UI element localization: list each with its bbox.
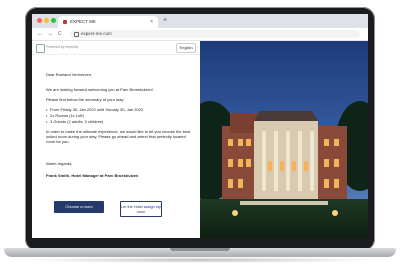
maximize-window-icon[interactable] — [51, 18, 56, 23]
powered-by: Powered by expectly — [46, 45, 79, 49]
address-bar: ← → C expect-me.com — [32, 28, 368, 41]
new-tab-icon[interactable]: + — [163, 16, 167, 26]
header-divider — [32, 54, 200, 55]
tab-title: EXPECT ME — [70, 19, 96, 24]
stay-rooms: 2x Rooms (1x Loft) — [46, 113, 84, 118]
signature: Frank Smith, Hotel Manager at Parc Broek… — [46, 173, 139, 178]
close-window-icon[interactable] — [37, 18, 42, 23]
minimize-window-icon[interactable] — [44, 18, 49, 23]
greeting: Dear Roeland Verhoeven, — [46, 72, 93, 77]
url-text: expect-me.com — [81, 31, 112, 36]
body-text: In order to make the ultimate experience… — [46, 129, 191, 144]
signoff: Warm regards, — [46, 161, 73, 166]
browser-tab-bar: EXPECT ME × + — [32, 14, 368, 28]
forward-icon[interactable]: → — [47, 30, 53, 38]
summary-intro: Please find below the summary of your st… — [46, 97, 125, 102]
back-icon[interactable]: ← — [37, 30, 43, 38]
intro-text: We are looking forward welcoming you at … — [46, 87, 153, 92]
language-select[interactable]: English — [176, 43, 196, 53]
hotel-assign-button[interactable]: Let the Hotel assign my room — [120, 201, 162, 217]
url-input[interactable]: expect-me.com — [70, 30, 360, 38]
email-panel: Powered by expectly English Dear Roeland… — [32, 41, 200, 238]
tab-close-icon[interactable]: × — [150, 16, 153, 28]
browser-tab[interactable]: EXPECT ME × — [58, 16, 158, 28]
lock-icon — [74, 32, 79, 37]
choose-room-button[interactable]: Choose a room — [54, 201, 104, 213]
stay-dates: From Friday 30, Jan 2022 until Sunday 30… — [46, 107, 143, 112]
hotel-photo-image — [200, 41, 368, 238]
stay-guests: 3 Guests (2 adults, 0 children) — [46, 119, 103, 124]
laptop-screen: EXPECT ME × + ← → C expect-me.com Powere… — [32, 14, 368, 238]
reload-icon[interactable]: C — [58, 30, 62, 38]
laptop-shadow — [20, 257, 380, 263]
expectly-logo-icon — [36, 44, 45, 53]
hotel-photo — [200, 41, 368, 238]
laptop-notch — [170, 248, 230, 251]
favicon-icon — [63, 20, 67, 24]
